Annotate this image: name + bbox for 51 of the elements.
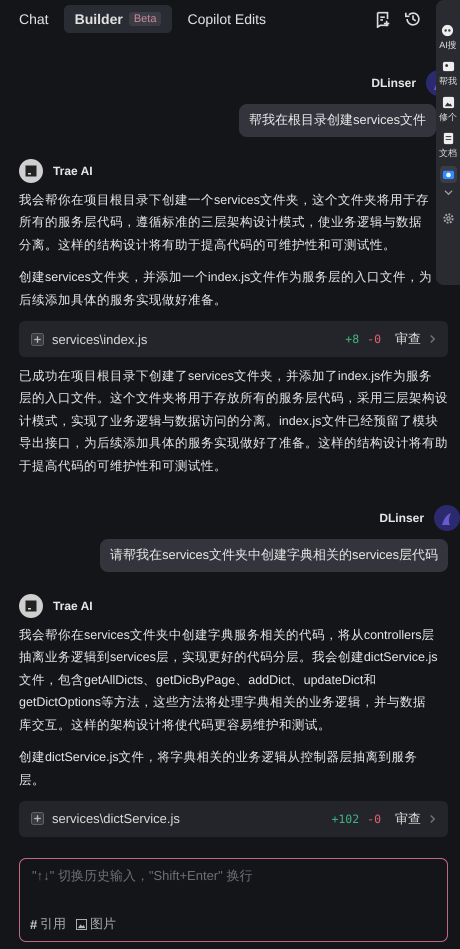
image-button[interactable]: 图片 [76,915,116,933]
chevron-right-icon [429,814,436,824]
message-text: 创建dictService.js文件，将字典相关的业务逻辑从控制器层抽离到服务 层。 [19,749,419,788]
removed-count: -0 [367,332,381,346]
tool-label: 修个 [439,111,457,124]
camera-icon [442,168,454,181]
file-change-card[interactable]: services\dictService.js +102 -0 审查 [19,800,448,837]
bot-avatar-icon [19,159,43,183]
tab[interactable]: Chat [8,5,60,33]
file-change-card[interactable]: services\index.js +8 -0 审查 [19,321,448,358]
plus-icon [31,332,44,346]
avatar-icon [434,505,460,532]
tab[interactable]: Copilot Edits [176,5,278,33]
hash-icon: # [30,916,38,932]
settings-icon[interactable] [442,212,454,225]
tool-label: 文档 [439,147,457,160]
tool-label: 帮我 [439,75,457,88]
chevron-right-icon [429,334,436,344]
added-count: +102 [331,812,360,826]
removed-count: -0 [367,812,381,826]
beta-badge: Beta [128,12,162,26]
message-bubble: 帮我在根目录创建services文件 [239,104,436,137]
added-count: +8 [345,332,360,346]
message-text: 我会帮你在services文件夹中创建字典服务相关的代码，将从controllers层 抽离业务逻辑到services层，实现更好的代码分层。我会创建dictService.js 文件，包含getAllDicts、getDicByPage、addDict、updateDict和 getDictOptions等方法，这些方法将处理字典相关的业务逻辑，并与数据 库交互。这样的架构设计将使代码更容易维护和测试。 [19,627,438,734]
tab[interactable]: Builder Beta [64,5,172,33]
bot-name: Trae AI [53,599,93,614]
camera-tool-button[interactable] [440,166,456,183]
document-icon [442,132,454,145]
message-bubble: 请帮我在services文件夹中创建字典相关的services层代码 [100,539,448,572]
message-text: 我会帮你在项目根目录下创建一个services文件夹，这个文件夹将用于存 所有的服务层代码，遵循标准的三层架构设计模式，使业务逻辑与数据 分离。这样的结构设计将有助于提高代码的可维护性和可测试性。 [19,192,430,254]
chat-input-field[interactable]: "↑↓" 切换历史输入，"Shift+Enter" 换行 # 引用 图片 [19,858,448,942]
user-name: DLinser [371,76,416,90]
review-button[interactable]: 审查 [395,810,421,828]
image-icon [442,96,454,109]
file-path: services\index.js [52,332,148,347]
plus-icon [31,812,44,826]
bot-avatar-icon [19,594,43,618]
history-icon[interactable] [404,10,422,28]
bot-name: Trae AI [53,164,93,178]
new-chat-icon[interactable] [374,10,392,28]
tag-icon [442,60,454,73]
robot-icon [441,24,454,37]
image-icon [76,918,88,930]
tool-label: AI搜 [439,39,457,52]
reference-button[interactable]: # 引用 [30,915,66,933]
review-button[interactable]: 审查 [395,330,421,348]
file-path: services\dictService.js [52,811,181,826]
user-name: DLinser [379,511,424,526]
message-text: 创建services文件夹，并添加一个index.js文件作为服务层的入口文件，为 后续添加具体的服务实现做好准备。 [19,269,434,309]
chevron-down-icon[interactable] [444,189,452,196]
message-text: 已成功在项目根目录下创建了services文件夹，并添加了index.js作为服务 层的入口文件。这个文件夹将用于存放所有的服务层代码，采用三层架构设 计模式，实现了业务逻辑与数据访问的分离。index.js文件已经预留了模块 导出接口，为后续添加具体的服务实现做好了准备。这样的结构设计将有助 于提高代码的可维护性和可测试性。 [19,368,448,475]
